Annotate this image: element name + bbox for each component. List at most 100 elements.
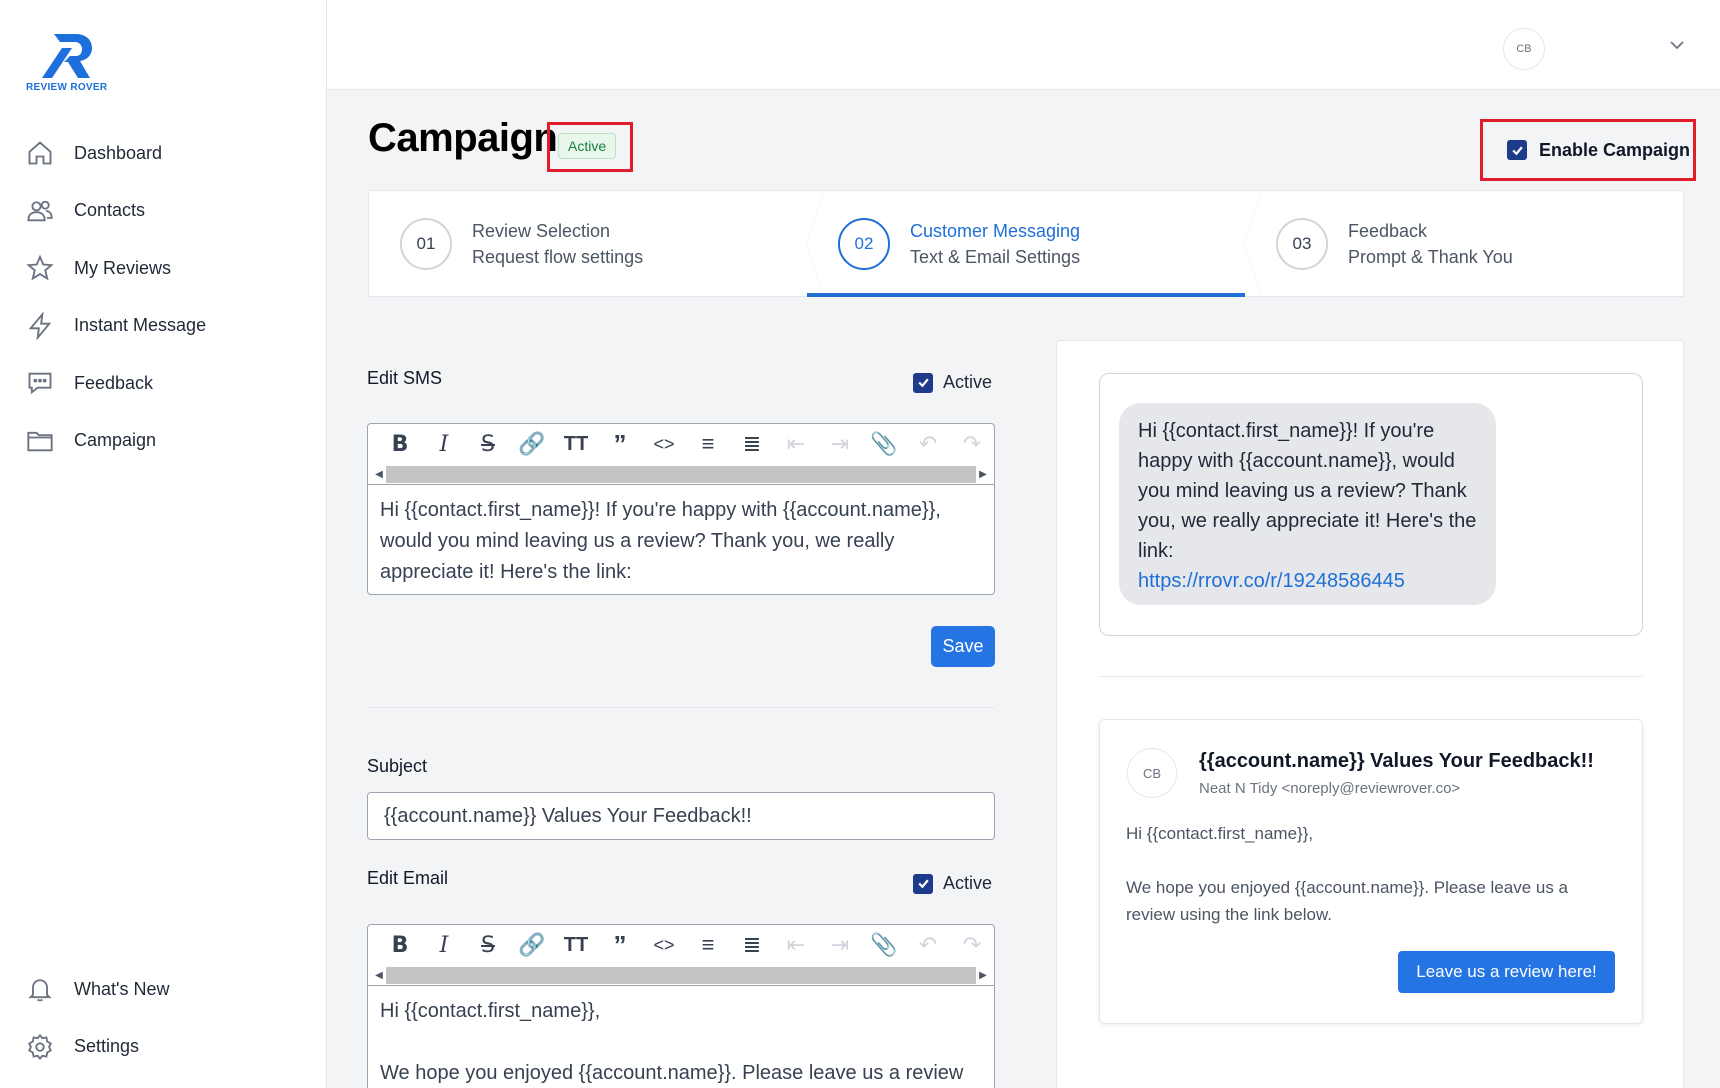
scroll-right-arrow[interactable]: ▶ — [976, 970, 990, 981]
sms-active-checkbox[interactable] — [913, 372, 933, 393]
sms-preview-bubble: Hi {{contact.first_name}}! If you're hap… — [1119, 403, 1496, 605]
sidebar-item-my-reviews[interactable]: My Reviews — [26, 253, 206, 283]
scroll-right-arrow[interactable]: ▶ — [976, 469, 990, 480]
sms-preview-card: Hi {{contact.first_name}}! If you're hap… — [1099, 373, 1643, 636]
sidebar-item-instant-message[interactable]: Instant Message — [26, 311, 206, 341]
status-badge: Active — [558, 133, 617, 159]
enable-campaign-checkbox[interactable] — [1507, 140, 1527, 160]
bold-icon[interactable]: B — [378, 925, 422, 965]
email-body-line: We hope you enjoyed {{account.name}}. Pl… — [380, 1062, 964, 1084]
sidebar-item-label: Dashboard — [74, 142, 163, 163]
numbered-list-icon[interactable]: ≣ — [730, 424, 774, 464]
email-body-line: Hi {{contact.first_name}}, — [380, 1000, 601, 1022]
link-icon[interactable]: 🔗 — [510, 424, 554, 464]
divider — [1099, 676, 1643, 677]
message-preview-panel: Hi {{contact.first_name}}! If you're hap… — [1056, 340, 1684, 1088]
link-icon[interactable]: 🔗 — [510, 925, 554, 965]
attachment-icon[interactable]: 📎 — [862, 925, 906, 965]
logo-mark-icon — [42, 34, 92, 78]
page-title: Campaign — [368, 116, 558, 160]
enable-campaign-toggle[interactable]: Enable Campaign — [1480, 119, 1696, 181]
sidebar-bottom-nav: What's New Settings — [26, 974, 169, 1088]
sidebar-item-contacts[interactable]: Contacts — [26, 196, 206, 226]
step-number: 01 — [400, 217, 452, 270]
email-preview-sender: Neat N Tidy <noreply@reviewrover.co> — [1199, 780, 1461, 797]
brand-logo[interactable]: REVIEW ROVER — [26, 34, 108, 96]
email-preview-body: Hi {{contact.first_name}}, We hope you e… — [1126, 820, 1616, 955]
email-preview-subject: {{account.name}} Values Your Feedback!! — [1199, 750, 1594, 772]
quote-icon[interactable]: ” — [598, 424, 642, 464]
strikethrough-icon[interactable]: S — [466, 424, 510, 464]
sidebar-item-settings[interactable]: Settings — [26, 1032, 169, 1062]
horizontal-scrollbar[interactable]: ◀ ▶ — [372, 965, 990, 985]
save-button[interactable]: Save — [931, 626, 995, 667]
subject-label: Subject — [367, 756, 428, 776]
step-feedback[interactable]: 03 Feedback Prompt & Thank You — [1244, 191, 1683, 296]
attachment-icon[interactable]: 📎 — [862, 424, 906, 464]
code-icon[interactable]: <> — [642, 424, 686, 464]
scroll-left-arrow[interactable]: ◀ — [372, 469, 386, 480]
undo-icon[interactable]: ↶ — [906, 424, 950, 464]
sidebar-item-feedback[interactable]: Feedback — [26, 368, 206, 398]
strikethrough-icon[interactable]: S — [466, 925, 510, 965]
scroll-thumb[interactable] — [386, 966, 976, 984]
horizontal-scrollbar[interactable]: ◀ ▶ — [372, 464, 990, 484]
step-number: 02 — [838, 217, 890, 270]
heading-icon[interactable]: TT — [554, 925, 598, 965]
indent-icon[interactable]: ⇥ — [818, 424, 862, 464]
step-review-selection[interactable]: 01 Review Selection Request flow setting… — [369, 191, 807, 296]
redo-icon[interactable]: ↷ — [950, 925, 994, 965]
quote-icon[interactable]: ” — [598, 925, 642, 965]
undo-icon[interactable]: ↶ — [906, 925, 950, 965]
chat-icon — [28, 372, 52, 395]
code-icon[interactable]: <> — [642, 925, 686, 965]
email-editor: B I S 🔗 TT ” <> ≡ ≣ ⇤ ⇥ 📎 ↶ ↷ ◀ ▶ Hi {{c… — [367, 924, 995, 1088]
sidebar-item-label: Campaign — [74, 430, 157, 450]
email-body-text[interactable]: Hi {{contact.first_name}}, We hope you e… — [368, 985, 994, 1088]
bold-icon[interactable]: B — [378, 424, 422, 464]
step-number: 03 — [1276, 217, 1328, 270]
folder-icon — [27, 431, 53, 451]
chevron-down-icon[interactable] — [1669, 40, 1685, 50]
numbered-list-icon[interactable]: ≣ — [730, 925, 774, 965]
email-active-label: Active — [943, 873, 993, 893]
sms-preview-link[interactable]: https://rrovr.co/r/19248586445 — [1138, 570, 1405, 592]
heading-icon[interactable]: TT — [554, 424, 598, 464]
italic-icon[interactable]: I — [422, 925, 466, 965]
email-active-checkbox[interactable] — [913, 873, 933, 894]
sms-active-toggle[interactable]: Active — [913, 372, 992, 393]
step-title: Feedback — [1348, 220, 1428, 241]
email-preview-card: CB {{account.name}} Values Your Feedback… — [1099, 719, 1643, 1024]
lightning-icon — [28, 311, 52, 340]
outdent-icon[interactable]: ⇤ — [774, 424, 818, 464]
scroll-thumb[interactable] — [386, 465, 976, 483]
brand-name: REVIEW ROVER — [26, 82, 108, 93]
subject-input[interactable]: {{account.name}} Values Your Feedback!! — [367, 792, 995, 840]
indent-icon[interactable]: ⇥ — [818, 925, 862, 965]
home-icon — [28, 141, 52, 165]
user-avatar[interactable]: CB — [1503, 28, 1545, 70]
email-preview-greeting: Hi {{contact.first_name}}, — [1126, 824, 1314, 843]
sms-active-label: Active — [943, 372, 993, 392]
bullet-list-icon[interactable]: ≡ — [686, 925, 730, 965]
leave-review-button[interactable]: Leave us a review here! — [1398, 951, 1615, 993]
redo-icon[interactable]: ↷ — [950, 424, 994, 464]
sidebar-item-campaign[interactable]: Campaign — [26, 426, 206, 456]
sidebar-item-label: What's New — [74, 978, 170, 999]
step-customer-messaging[interactable]: 02 Customer Messaging Text & Email Setti… — [806, 191, 1245, 297]
star-icon — [26, 254, 54, 281]
sidebar-item-label: Contacts — [74, 200, 146, 220]
sidebar-item-whats-new[interactable]: What's New — [26, 974, 169, 1004]
outdent-icon[interactable]: ⇤ — [774, 925, 818, 965]
divider — [367, 707, 995, 708]
email-active-toggle[interactable]: Active — [913, 873, 992, 894]
enable-campaign-label: Enable Campaign — [1539, 139, 1691, 160]
check-icon — [917, 378, 929, 388]
scroll-left-arrow[interactable]: ◀ — [372, 970, 386, 981]
sms-body-text[interactable]: Hi {{contact.first_name}}! If you're hap… — [368, 484, 994, 594]
bullet-list-icon[interactable]: ≡ — [686, 424, 730, 464]
sidebar-item-dashboard[interactable]: Dashboard — [26, 138, 206, 168]
status-badge-highlight: Active — [547, 122, 633, 172]
sms-editor: B I S 🔗 TT ” <> ≡ ≣ ⇤ ⇥ 📎 ↶ ↷ ◀ ▶ Hi {{c… — [367, 423, 995, 595]
italic-icon[interactable]: I — [422, 424, 466, 464]
